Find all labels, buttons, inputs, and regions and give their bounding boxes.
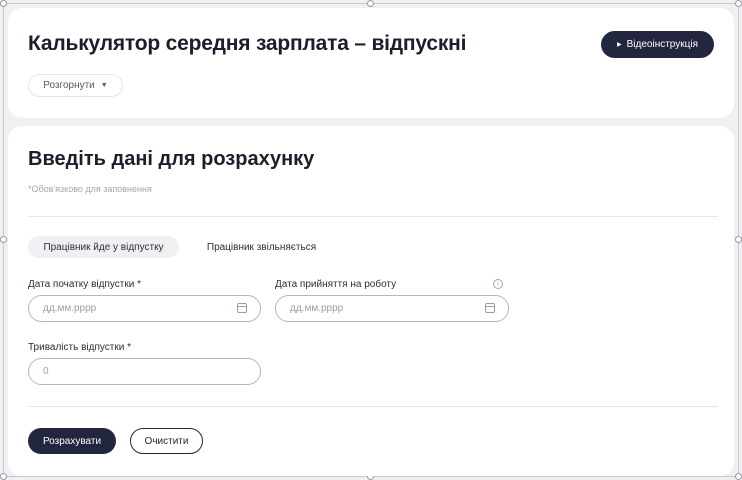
hire-date-input[interactable] [275, 295, 509, 322]
calculation-form-card: Введіть дані для розрахунку *Обов'язково… [8, 126, 734, 476]
calendar-icon[interactable] [237, 303, 247, 313]
resize-handle-middle-left[interactable] [0, 236, 7, 243]
resize-handle-top-center[interactable] [367, 0, 374, 7]
clear-button[interactable]: Очистити [130, 428, 203, 454]
caret-down-icon: ▼ [100, 82, 108, 89]
tab-employee-resigns[interactable]: Працівник звільняється [194, 236, 329, 258]
resize-handle-top-left[interactable] [0, 0, 7, 7]
resize-handle-bottom-right[interactable] [735, 473, 742, 480]
divider [28, 216, 718, 217]
vacation-start-label: Дата початку відпустки * [28, 279, 141, 290]
info-icon[interactable]: i [493, 279, 503, 289]
divider [28, 406, 718, 407]
video-instruction-button[interactable]: ▶ Відеоінструкція [601, 31, 714, 58]
resize-handle-top-right[interactable] [735, 0, 742, 7]
tab-label: Працівник звільняється [206, 241, 317, 253]
video-instruction-label: Відеоінструкція [626, 39, 698, 50]
required-note: *Обов'язково для заповнення [28, 184, 152, 194]
hire-date-label: Дата прийняття на роботу [275, 279, 397, 290]
play-icon: ▶ [617, 41, 622, 48]
calculator-header-card: Калькулятор середня зарплата – відпускні… [8, 8, 734, 118]
resize-handle-bottom-left[interactable] [0, 473, 7, 480]
vacation-duration-label: Тривалість відпустки * [28, 342, 131, 353]
vacation-duration-input[interactable] [28, 358, 261, 385]
tab-label: Працівник йде у відпустку [43, 241, 164, 253]
expand-button[interactable]: Розгорнути ▼ [28, 74, 123, 97]
expand-label: Розгорнути [43, 80, 95, 91]
tab-employee-on-vacation[interactable]: Працівник йде у відпустку [28, 236, 179, 258]
form-title: Введіть дані для розрахунку [28, 148, 315, 170]
page-title: Калькулятор середня зарплата – відпускні [28, 32, 467, 55]
calendar-icon[interactable] [485, 303, 495, 313]
vacation-start-input[interactable] [28, 295, 261, 322]
resize-handle-middle-right[interactable] [735, 236, 742, 243]
calculate-button[interactable]: Розрахувати [28, 428, 116, 454]
